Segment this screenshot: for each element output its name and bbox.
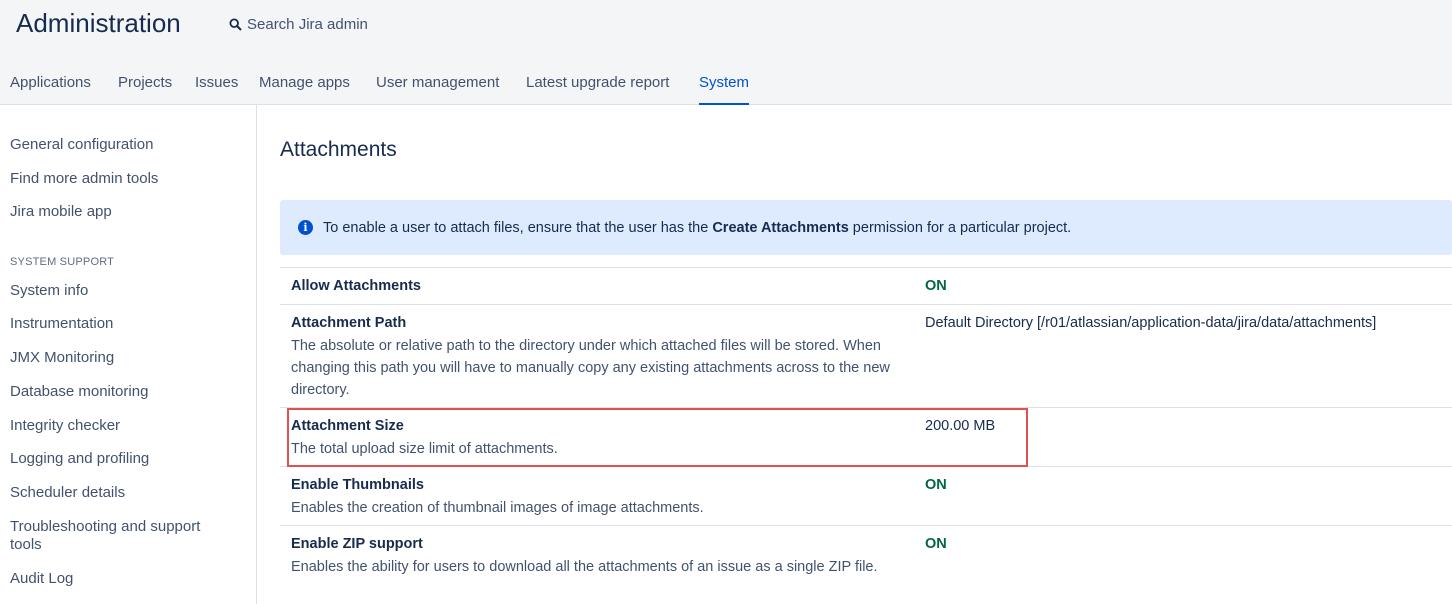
sidebar-item-database-monitoring[interactable]: Database monitoring xyxy=(10,383,148,401)
setting-name: Enable ZIP support xyxy=(291,536,423,552)
setting-description: The absolute or relative path to the dir… xyxy=(291,338,890,398)
setting-name: Attachment Size xyxy=(291,418,404,434)
sidebar-item-general-configuration[interactable]: General configuration xyxy=(10,136,153,154)
main-content: Attachments i To enable a user to attach… xyxy=(257,105,1452,604)
setting-value-status: ON xyxy=(925,278,947,294)
setting-name: Allow Attachments xyxy=(291,278,421,294)
search-icon xyxy=(229,17,242,31)
admin-header: Administration Search Jira admin Applica… xyxy=(0,0,1452,105)
sidebar-item-logging-and-profiling[interactable]: Logging and profiling xyxy=(10,450,149,468)
info-text-bold: Create Attachments xyxy=(712,219,849,236)
sidebar-section-heading: SYSTEM SUPPORT xyxy=(10,256,115,268)
tab-applications[interactable]: Applications xyxy=(10,74,91,105)
info-text-after: permission for a particular project. xyxy=(848,219,1072,236)
sidebar-item-integrity-checker[interactable]: Integrity checker xyxy=(10,417,120,435)
setting-row-attachment-size: Attachment Size The total upload size li… xyxy=(280,407,1452,466)
sidebar-item-scheduler-details[interactable]: Scheduler details xyxy=(10,484,125,502)
info-icon: i xyxy=(298,220,313,235)
setting-row-attachment-path: Attachment Path The absolute or relative… xyxy=(280,304,1452,407)
page-header-title: Administration xyxy=(16,8,181,38)
sidebar-item-find-more-admin-tools[interactable]: Find more admin tools xyxy=(10,170,158,188)
sidebar-item-audit-log[interactable]: Audit Log xyxy=(10,570,73,588)
tab-latest-upgrade-report[interactable]: Latest upgrade report xyxy=(526,74,669,105)
tab-system[interactable]: System xyxy=(699,74,750,105)
info-text-before: To enable a user to attach files, ensure… xyxy=(323,219,713,236)
setting-name: Attachment Path xyxy=(291,315,407,331)
info-text: To enable a user to attach files, ensure… xyxy=(323,220,1071,236)
setting-value-status: ON xyxy=(925,477,947,493)
admin-search[interactable]: Search Jira admin xyxy=(229,14,368,34)
sidebar-item-jira-mobile-app[interactable]: Jira mobile app xyxy=(10,203,112,221)
setting-name: Enable Thumbnails xyxy=(291,477,424,493)
sidebar-item-jmx-monitoring[interactable]: JMX Monitoring xyxy=(10,349,114,367)
setting-description: Enables the ability for users to downloa… xyxy=(291,559,878,575)
sidebar-item-troubleshooting-and-support-tools[interactable]: Troubleshooting and support tools xyxy=(10,518,235,554)
setting-row-enable-thumbnails: Enable Thumbnails Enables the creation o… xyxy=(280,466,1452,525)
setting-value-status: ON xyxy=(925,536,947,552)
setting-row-allow-attachments: Allow Attachments ON xyxy=(280,267,1452,304)
sidebar-item-system-info[interactable]: System info xyxy=(10,282,88,300)
setting-value: 200.00 MB xyxy=(925,418,996,434)
tab-projects[interactable]: Projects xyxy=(118,74,172,105)
setting-value: Default Directory [/r01/atlassian/applic… xyxy=(925,315,1377,331)
tab-issues[interactable]: Issues xyxy=(195,74,238,105)
setting-row-enable-zip-support: Enable ZIP support Enables the ability f… xyxy=(280,525,1452,604)
page-title: Attachments xyxy=(280,138,397,161)
search-placeholder[interactable]: Search Jira admin xyxy=(247,16,368,33)
setting-description: The total upload size limit of attachmen… xyxy=(291,441,558,457)
setting-description: Enables the creation of thumbnail images… xyxy=(291,500,704,516)
admin-sidebar: General configuration Find more admin to… xyxy=(0,105,257,604)
info-message: i To enable a user to attach files, ensu… xyxy=(280,200,1452,255)
tab-user-management[interactable]: User management xyxy=(376,74,499,105)
sidebar-item-instrumentation[interactable]: Instrumentation xyxy=(10,315,113,333)
tab-manage-apps[interactable]: Manage apps xyxy=(259,74,350,105)
